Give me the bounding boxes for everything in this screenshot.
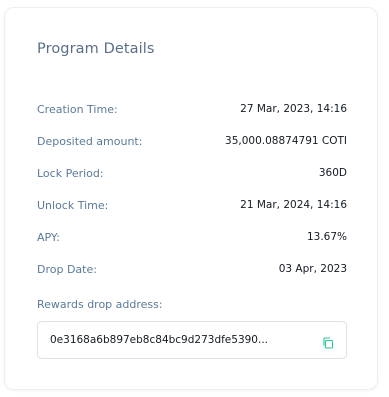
unlock-time-value: 21 Mar, 2024, 14:16 — [240, 199, 347, 211]
apy-row: APY: 13.67% — [37, 228, 347, 246]
rewards-address-label: Rewards drop address: — [37, 298, 163, 311]
lock-period-label: Lock Period: — [37, 166, 104, 180]
drop-date-label: Drop Date: — [37, 262, 97, 276]
apy-label: APY: — [37, 230, 60, 244]
copy-icon-glyph — [323, 337, 334, 349]
drop-date-row: Drop Date: 03 Apr, 2023 — [37, 260, 347, 278]
rewards-address-field: 0e3168a6b897eb8c84bc9d273dfe5390... — [37, 321, 347, 359]
creation-time-row: Creation Time: 27 Mar, 2023, 14:16 — [37, 100, 347, 118]
creation-time-label: Creation Time: — [37, 102, 118, 116]
rewards-address-value: 0e3168a6b897eb8c84bc9d273dfe5390... — [50, 334, 269, 346]
lock-period-value: 360D — [318, 167, 347, 179]
drop-date-value: 03 Apr, 2023 — [278, 263, 347, 275]
apy-value: 13.67% — [306, 231, 347, 243]
unlock-time-label: Unlock Time: — [37, 198, 109, 212]
program-details-card: Program Details Creation Time: 27 Mar, 2… — [4, 7, 378, 390]
card-title: Program Details — [37, 41, 155, 57]
deposited-amount-value: 35,000.08874791 COTI — [225, 135, 347, 147]
lock-period-row: Lock Period: 360D — [37, 164, 347, 182]
unlock-time-row: Unlock Time: 21 Mar, 2024, 14:16 — [37, 196, 347, 214]
deposited-amount-row: Deposited amount: 35,000.08874791 COTI — [37, 132, 347, 150]
deposited-amount-label: Deposited amount: — [37, 134, 143, 148]
creation-time-value: 27 Mar, 2023, 14:16 — [240, 103, 347, 115]
copy-icon[interactable] — [322, 334, 334, 349]
